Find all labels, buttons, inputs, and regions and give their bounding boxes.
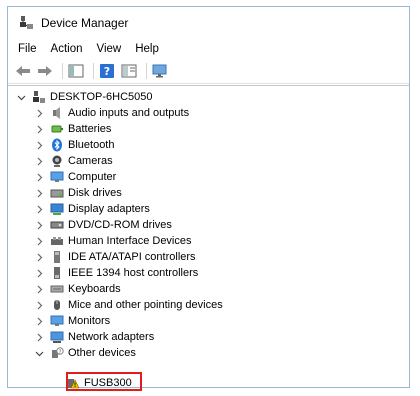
monitor-scan-icon <box>152 64 167 78</box>
show-hide-console-button[interactable] <box>67 62 85 80</box>
battery-icon <box>50 122 64 136</box>
menu-help[interactable]: Help <box>135 43 159 55</box>
monitor-icon <box>50 170 64 184</box>
properties-icon <box>121 64 137 78</box>
tree-item-hid[interactable]: Human Interface Devices <box>34 233 192 249</box>
root-label: DESKTOP-6HC5050 <box>50 91 153 103</box>
ide-controller-icon <box>50 250 64 264</box>
forward-button[interactable] <box>36 62 54 80</box>
properties-button[interactable] <box>120 62 138 80</box>
speaker-icon <box>50 106 64 120</box>
tree-item-cameras[interactable]: Cameras <box>34 153 113 169</box>
bluetooth-icon <box>50 138 64 152</box>
camera-icon <box>50 154 64 168</box>
tree-item-label: Human Interface Devices <box>68 235 192 247</box>
tree-item-label: Monitors <box>68 315 111 327</box>
tree-item-label: Cameras <box>68 155 113 167</box>
tree-item-label: Mice and other pointing devices <box>68 299 223 311</box>
forward-arrow-icon <box>38 66 52 76</box>
tree-item-ide[interactable]: IDE ATA/ATAPI controllers <box>34 249 196 265</box>
tree-item-monitors[interactable]: Monitors <box>34 313 110 329</box>
tree-item-label: IDE ATA/ATAPI controllers <box>68 251 196 263</box>
network-icon <box>50 330 64 344</box>
chevron-down-icon[interactable] <box>34 345 44 361</box>
chevron-right-icon[interactable] <box>34 265 44 281</box>
hid-icon <box>50 234 64 248</box>
toolbar-separator <box>146 63 147 79</box>
toolbar-separator <box>93 63 94 79</box>
tree-root[interactable]: DESKTOP-6HC5050 <box>16 89 153 105</box>
tree-item-keyboards[interactable]: Keyboards <box>34 281 121 297</box>
chevron-right-icon[interactable] <box>34 233 44 249</box>
scan-hardware-button[interactable] <box>151 62 169 80</box>
display-adapter-icon <box>50 202 64 216</box>
chevron-right-icon[interactable] <box>34 217 44 233</box>
chevron-right-icon[interactable] <box>34 281 44 297</box>
back-button[interactable] <box>14 62 32 80</box>
chevron-right-icon[interactable] <box>34 121 44 137</box>
chevron-right-icon[interactable] <box>34 297 44 313</box>
tree-item-label: Bluetooth <box>68 139 115 151</box>
help-icon: ? <box>100 64 114 78</box>
tree-item-label: Keyboards <box>68 283 121 295</box>
tree-item-other-devices[interactable]: ? Other devices <box>34 345 136 361</box>
tree-item-batteries[interactable]: Batteries <box>34 121 111 137</box>
tree-item-label: Audio inputs and outputs <box>68 107 190 119</box>
tree-item-label: DVD/CD-ROM drives <box>68 219 172 231</box>
tree-item-ieee1394[interactable]: IEEE 1394 host controllers <box>34 265 198 281</box>
tree-item-label: Computer <box>68 171 117 183</box>
tree-item-audio[interactable]: Audio inputs and outputs <box>34 105 189 121</box>
back-arrow-icon <box>16 66 30 76</box>
device-manager-window: Device Manager File Action View Help ? D… <box>7 6 410 391</box>
chevron-right-icon[interactable] <box>34 105 44 121</box>
other-devices-icon: ? <box>50 346 64 360</box>
monitor-icon <box>50 314 64 328</box>
chevron-right-icon[interactable] <box>34 185 44 201</box>
menu-view[interactable]: View <box>97 43 122 55</box>
tree-item-dvd-drives[interactable]: DVD/CD-ROM drives <box>34 217 172 233</box>
chevron-down-icon[interactable] <box>16 89 26 105</box>
chevron-right-icon[interactable] <box>34 201 44 217</box>
chevron-right-icon[interactable] <box>34 313 44 329</box>
menu-file[interactable]: File <box>18 43 37 55</box>
disk-drive-icon <box>50 186 64 200</box>
tree-item-mice[interactable]: Mice and other pointing devices <box>34 297 223 313</box>
chevron-right-icon[interactable] <box>34 137 44 153</box>
chevron-right-icon[interactable] <box>34 249 44 265</box>
chevron-right-icon[interactable] <box>34 169 44 185</box>
tree-item-bluetooth[interactable]: Bluetooth <box>34 137 114 153</box>
menu-action[interactable]: Action <box>51 43 83 55</box>
svg-text:?: ? <box>59 349 62 355</box>
tree-item-network[interactable]: Network adapters <box>34 329 154 345</box>
window-title: Device Manager <box>41 16 129 30</box>
toolbar-separator <box>62 63 63 79</box>
device-manager-icon <box>20 16 33 29</box>
chevron-right-icon[interactable] <box>34 329 44 345</box>
tree-item-disk-drives[interactable]: Disk drives <box>34 185 122 201</box>
title-bar: Device Manager <box>8 7 409 39</box>
device-tree: DESKTOP-6HC5050 Audio inputs and outputs… <box>8 85 409 391</box>
tree-item-label: Display adapters <box>68 203 150 215</box>
dvd-drive-icon <box>50 218 64 232</box>
tree-item-label: Other devices <box>68 347 136 359</box>
chevron-right-icon[interactable] <box>34 153 44 169</box>
mouse-icon <box>50 298 64 312</box>
tree-item-display-adapters[interactable]: Display adapters <box>34 201 150 217</box>
keyboard-icon <box>50 282 64 296</box>
tree-item-label: Network adapters <box>68 331 155 343</box>
highlight-box <box>66 372 142 391</box>
tree-item-label: IEEE 1394 host controllers <box>68 267 199 279</box>
console-tree-icon <box>68 64 84 78</box>
tree-item-label: Disk drives <box>68 187 122 199</box>
menu-bar: File Action View Help <box>8 39 409 59</box>
tree-item-computer[interactable]: Computer <box>34 169 116 185</box>
tree-item-label: Batteries <box>68 123 112 135</box>
computer-tree-icon <box>32 90 46 104</box>
firewire-icon <box>50 266 64 280</box>
help-button[interactable]: ? <box>98 62 116 80</box>
toolbar: ? <box>8 59 409 84</box>
svg-text:?: ? <box>104 65 110 78</box>
